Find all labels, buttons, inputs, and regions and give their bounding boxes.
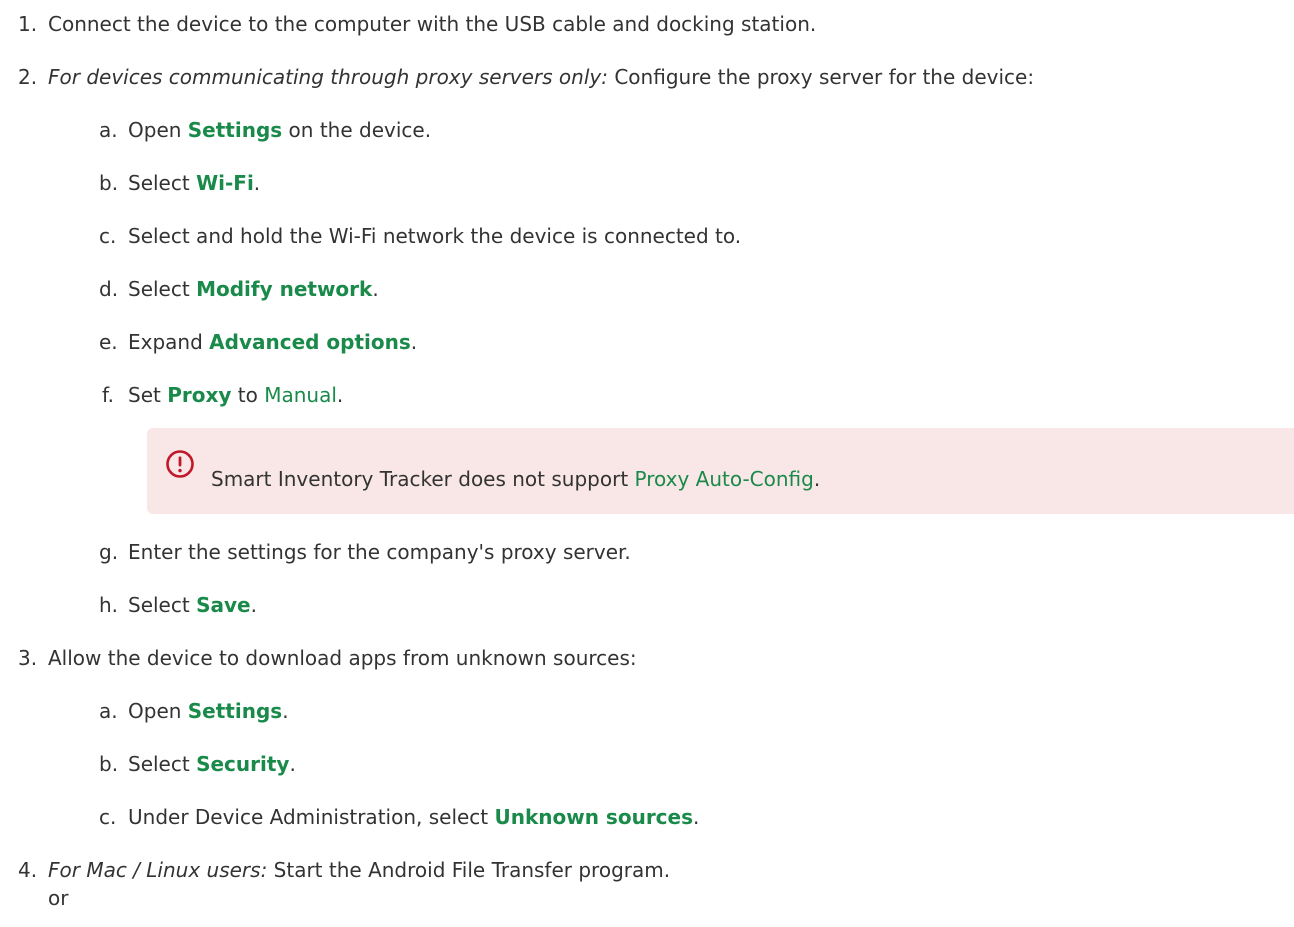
substep-letter: b.: [99, 752, 119, 776]
step-number: 1.: [18, 12, 38, 36]
ui-term: Security: [196, 752, 290, 776]
step-number: 2.: [18, 65, 38, 89]
substep-letter: c.: [99, 224, 117, 248]
ui-term: Settings: [187, 118, 283, 142]
ui-term: Settings: [187, 699, 283, 723]
ui-term: Wi-Fi: [196, 171, 254, 195]
substep-letter: e.: [99, 330, 118, 354]
substep-text: Under Device Administration, select Unkn…: [128, 805, 700, 829]
step-text-main: Configure the proxy server for the devic…: [607, 65, 1035, 89]
ui-term: Proxy: [167, 383, 232, 407]
substep-letter: a.: [99, 118, 118, 142]
warning-note: Smart Inventory Tracker does not support…: [147, 428, 1294, 514]
substep-letter: b.: [99, 171, 119, 195]
substep-text: Open Settings.: [128, 699, 289, 723]
substep-letter: d.: [99, 277, 119, 301]
substep-text: Select Wi-Fi.: [128, 171, 261, 195]
substep-text: Open Settings on the device.: [128, 118, 432, 142]
substep-letter: g.: [99, 540, 119, 564]
or-text: or: [48, 886, 69, 910]
step-text: For devices communicating through proxy …: [48, 63, 1034, 91]
step-text: For Mac / Linux users: Start the Android…: [48, 856, 670, 884]
proxy-auto-config-link[interactable]: Proxy Auto-Config: [635, 467, 814, 491]
substep-text: Select and hold the Wi-Fi network the de…: [128, 224, 742, 248]
substep-letter: a.: [99, 699, 118, 723]
step-number: 4.: [18, 858, 38, 882]
substep-letter: h.: [99, 593, 119, 617]
ui-term: Unknown sources: [494, 805, 694, 829]
step-text: Connect the device to the computer with …: [48, 12, 817, 36]
ui-term: Modify network: [196, 277, 373, 301]
step-text-main: Start the Android File Transfer program.: [267, 858, 671, 882]
note-text: Smart Inventory Tracker does not support…: [211, 467, 821, 491]
substep-letter: f.: [102, 383, 114, 407]
ui-term: Save: [196, 593, 251, 617]
step-number: 3.: [18, 646, 38, 670]
step-text: Allow the device to download apps from u…: [48, 646, 637, 670]
substep-text: Enter the settings for the company's pro…: [128, 540, 631, 564]
substep-letter: c.: [99, 805, 117, 829]
value-term: Manual: [264, 383, 337, 407]
substep-text: Set Proxy to Manual.: [128, 383, 344, 407]
substep-text: Expand Advanced options.: [128, 330, 418, 354]
warning-circle-icon: [166, 450, 194, 478]
substep-text: Select Security.: [128, 752, 296, 776]
step-qualifier: For devices communicating through proxy …: [48, 65, 608, 89]
step-qualifier: For Mac / Linux users:: [48, 858, 268, 882]
ui-term: Advanced options: [209, 330, 411, 354]
substep-text: Select Save.: [128, 593, 257, 617]
substep-text: Select Modify network.: [128, 277, 379, 301]
